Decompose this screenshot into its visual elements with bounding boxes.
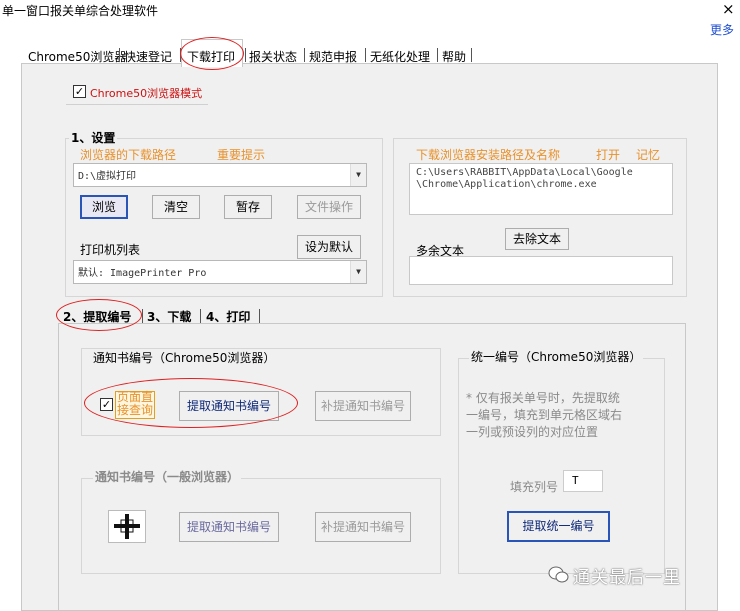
printer-value: 默认: ImagePrinter Pro <box>78 268 207 279</box>
browser-install-label: 下载浏览器安装路径及名称 <box>416 148 561 162</box>
extract-unified-button[interactable]: 提取统一编号 <box>507 511 610 542</box>
tab-separator <box>304 48 305 62</box>
extra-text-textbox[interactable] <box>409 256 673 285</box>
important-tip-link[interactable]: 重要提示 <box>217 146 265 163</box>
notice-chrome-heading: 通知书编号（Chrome50浏览器） <box>93 351 276 365</box>
fill-column-input[interactable]: T <box>563 470 603 492</box>
close-icon[interactable]: × <box>722 0 735 18</box>
unified-note-line2: 一编号，填充到单元格区域右 <box>466 408 623 422</box>
remember-link[interactable]: 记忆 <box>636 146 660 163</box>
tab-separator <box>119 48 120 62</box>
window-title: 单一窗口报关单综合处理软件 <box>2 4 159 18</box>
notice-general-heading: 通知书编号（一般浏览器） <box>93 468 242 485</box>
tab-paperless[interactable]: 无纸化处理 <box>370 46 430 66</box>
more-link[interactable]: 更多 <box>710 21 734 38</box>
tab-separator <box>365 48 366 62</box>
fill-column-label: 填充列号 <box>510 480 559 494</box>
browse-button[interactable]: 浏览 <box>80 195 128 219</box>
tab-separator <box>437 48 438 62</box>
unified-note-line3: 一列或预设列的对应位置 <box>466 425 599 439</box>
browser-path-line2: \Chrome\Application\chrome.exe <box>416 179 597 190</box>
supplement-notice-button[interactable]: 补提通知书编号 <box>315 391 411 421</box>
set-default-button[interactable]: 设为默认 <box>297 235 361 259</box>
tab-quick-register[interactable]: 快速登记 <box>124 46 172 66</box>
chevron-down-icon[interactable]: ▼ <box>350 261 366 283</box>
browser-path-textbox[interactable]: C:\Users\RABBIT\AppData\Local\Google \Ch… <box>409 163 673 215</box>
highlight-circle-subtab <box>56 299 142 331</box>
tab-separator <box>245 48 246 62</box>
printer-list-label: 打印机列表 <box>80 243 141 257</box>
divider <box>66 104 208 105</box>
crosshair-icon[interactable] <box>108 510 146 543</box>
chevron-down-icon[interactable]: ▼ <box>350 164 366 186</box>
file-operations-button[interactable]: 文件操作 <box>297 195 361 219</box>
wechat-icon <box>548 565 570 588</box>
download-path-combo[interactable]: D:\虚拟打印 ▼ <box>73 163 367 187</box>
chrome-mode-label: Chrome50浏览器模式 <box>90 87 203 100</box>
download-path-label: 浏览器的下载路径 <box>80 148 177 162</box>
save-temp-button[interactable]: 暂存 <box>224 195 272 219</box>
tab-separator <box>471 48 472 62</box>
unified-note: * 仅有报关单号时，先提取统 一编号，填充到单元格区域右 一列或预设列的对应位置 <box>466 390 622 441</box>
supplement-notice-general-button[interactable]: 补提通知书编号 <box>315 512 411 542</box>
unified-heading: 统一编号（Chrome50浏览器） <box>469 348 644 365</box>
watermark-text: 通关最后一里 <box>573 568 681 588</box>
extract-notice-general-button[interactable]: 提取通知书编号 <box>179 512 279 542</box>
highlight-circle-tab <box>180 37 244 70</box>
remove-text-button[interactable]: 去除文本 <box>505 228 569 250</box>
unified-note-line1: * 仅有报关单号时，先提取统 <box>466 391 620 405</box>
subtab-download[interactable]: 3、下载 <box>147 308 191 325</box>
browser-path-line1: C:\Users\RABBIT\AppData\Local\Google <box>416 167 633 178</box>
open-link[interactable]: 打开 <box>596 146 620 163</box>
tab-standard-declaration[interactable]: 规范申报 <box>309 46 357 66</box>
tab-declaration-status[interactable]: 报关状态 <box>249 46 297 66</box>
subtab-print[interactable]: 4、打印 <box>206 308 250 325</box>
chrome-mode-checkbox[interactable]: ✓ <box>73 85 86 98</box>
tab-help[interactable]: 帮助 <box>442 46 466 66</box>
clear-button[interactable]: 清空 <box>152 195 200 219</box>
tab-separator <box>142 309 143 323</box>
highlight-circle-notice <box>84 378 298 428</box>
printer-combo[interactable]: 默认: ImagePrinter Pro ▼ <box>73 260 367 284</box>
tab-separator <box>200 309 201 323</box>
settings-heading: 1、设置 <box>69 129 118 146</box>
download-path-value: D:\虚拟打印 <box>78 171 137 182</box>
tab-separator <box>259 309 260 323</box>
tab-chrome50[interactable]: Chrome50浏览器 <box>28 46 126 66</box>
